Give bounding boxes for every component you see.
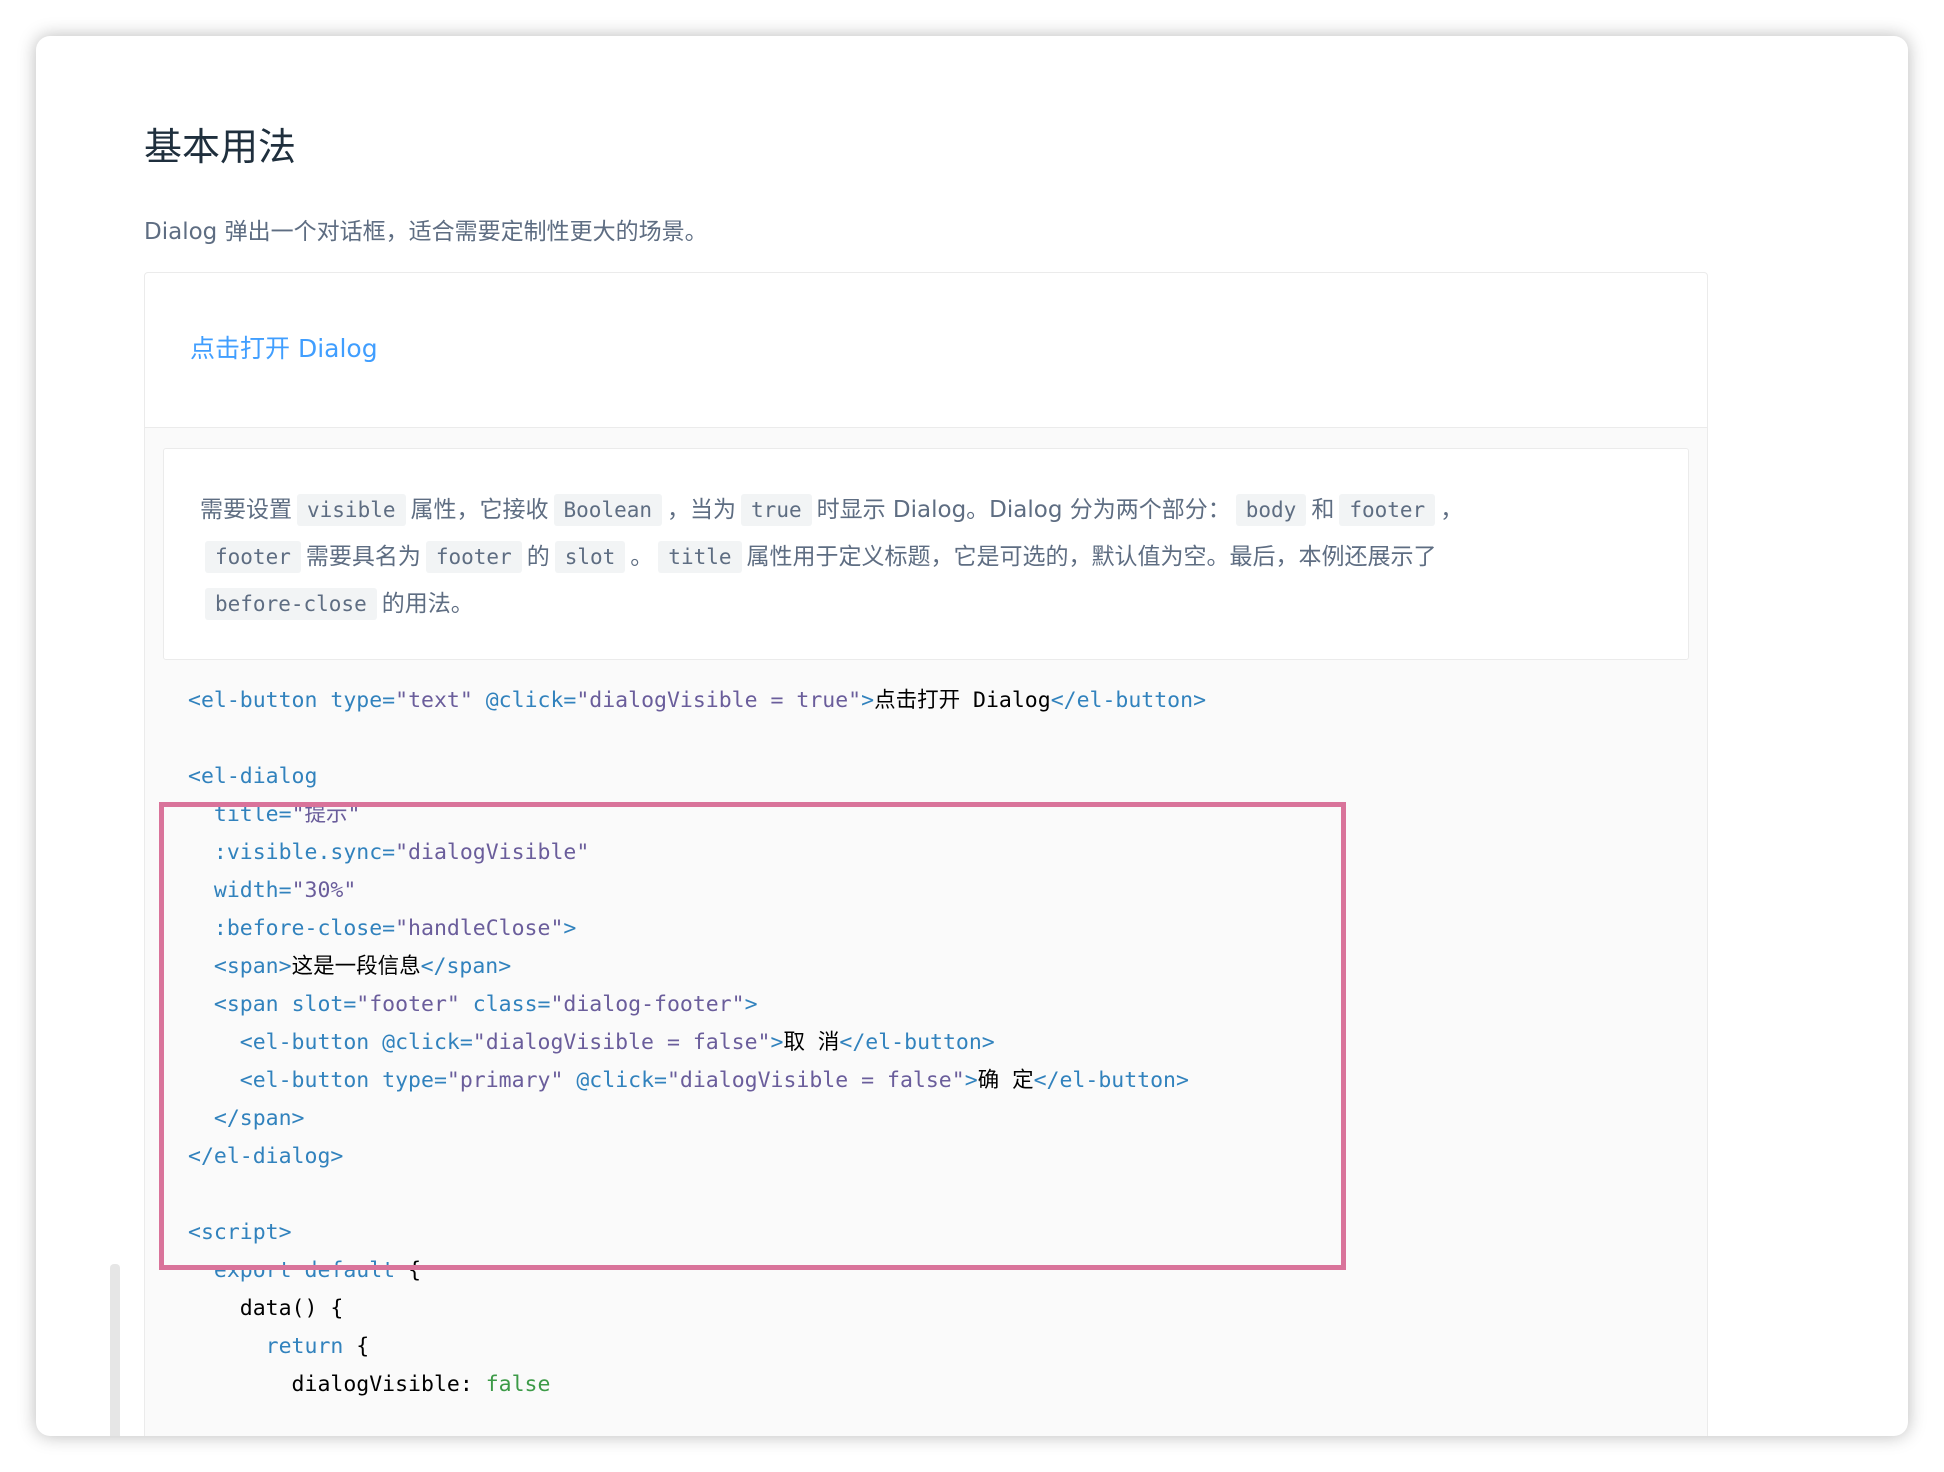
- code-token: data() {: [188, 1296, 344, 1321]
- explanation-text: 。: [630, 544, 654, 570]
- highlight-annotation-box: [159, 802, 1346, 1270]
- code-token: "text": [395, 688, 486, 713]
- demo-explanation: 需要设置 visible 属性，它接收 Boolean ，当为 true 时显示 Dialo…: [163, 448, 1689, 660]
- inline-code: footer: [425, 541, 522, 573]
- code-line: <el-dialog: [188, 758, 1206, 796]
- code-token: "dialogVisible = true": [576, 688, 862, 713]
- explanation-text: 属性，它接收: [410, 497, 549, 523]
- code-token: return: [188, 1334, 357, 1359]
- code-token: {: [356, 1334, 370, 1359]
- inline-code: title: [658, 541, 742, 573]
- code-token: <el-dialog: [188, 764, 318, 789]
- code-line: <el-button type="text" @click="dialogVis…: [188, 682, 1206, 720]
- page-title: 基本用法: [144, 125, 297, 169]
- scrollbar[interactable]: [110, 1264, 120, 1436]
- code-line: data() {: [188, 1290, 1206, 1328]
- inline-code: before-close: [205, 588, 377, 620]
- explanation-text: 的用法。: [381, 591, 474, 617]
- explanation-text: 和: [1311, 497, 1335, 523]
- browser-window: 基本用法 Dialog 弹出一个对话框，适合需要定制性更大的场景。 点击打开 D…: [36, 36, 1908, 1436]
- inline-code: true: [741, 494, 812, 526]
- code-token: <el-button: [188, 688, 331, 713]
- page-description: Dialog 弹出一个对话框，适合需要定制性更大的场景。: [144, 219, 708, 245]
- code-line: return {: [188, 1328, 1206, 1366]
- inline-code: footer: [205, 541, 301, 573]
- open-dialog-button[interactable]: 点击打开 Dialog: [190, 329, 378, 365]
- code-token: false: [485, 1372, 551, 1397]
- code-line: dialogVisible: false: [188, 1366, 1206, 1404]
- explanation-text: 的: [526, 544, 550, 570]
- demo-source: 点击打开 Dialog: [145, 273, 1707, 428]
- code-token: </el-button>: [1050, 688, 1207, 713]
- inline-code: Boolean: [553, 494, 663, 526]
- code-token: type=: [330, 688, 396, 713]
- explanation-text: 需要设置: [200, 497, 292, 523]
- inline-code: body: [1235, 494, 1307, 526]
- code-token: @click=: [485, 688, 577, 713]
- code-token: 点击打开 Dialog: [874, 688, 1051, 713]
- explanation-text: ，: [1440, 497, 1464, 523]
- explanation-text: 需要具名为: [305, 544, 421, 570]
- explanation-text: 时显示 Dialog。Dialog 分为两个部分：: [816, 497, 1231, 523]
- code-token: dialogVisible:: [188, 1372, 486, 1397]
- inline-code: footer: [1339, 494, 1436, 526]
- code-token: >: [861, 688, 875, 713]
- explanation-text: 属性用于定义标题，它是可选的，默认值为空。最后，本例还展示了: [746, 544, 1437, 570]
- explanation-text: ，当为: [667, 497, 737, 523]
- inline-code: visible: [297, 494, 406, 526]
- inline-code: slot: [554, 541, 626, 573]
